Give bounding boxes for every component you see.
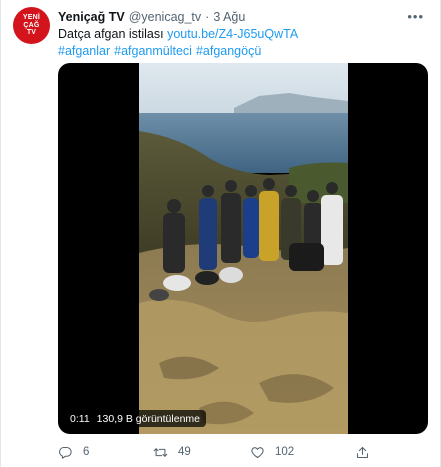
action-bar: 6 49 102 — [58, 442, 428, 462]
like-button[interactable]: 102 — [250, 445, 294, 460]
user-handle[interactable]: @yenicag_tv — [129, 10, 201, 24]
heart-icon — [251, 446, 264, 458]
share-icon — [356, 446, 369, 458]
hashtag-link[interactable]: #afganlar — [58, 44, 110, 58]
display-name[interactable]: Yeniçağ TV — [58, 10, 125, 24]
hashtag-link[interactable]: #afganmülteci — [114, 44, 192, 58]
tweet-header: Yeniçağ TV @yenicag_tv · 3 Ağu — [58, 8, 245, 26]
video-time: 0:11 — [70, 412, 90, 425]
hashtag-link[interactable]: #afgangöçü — [196, 44, 261, 58]
tweet-body: Datça afgan istilası — [58, 27, 164, 41]
reply-button[interactable]: 6 — [58, 445, 89, 460]
reply-count: 6 — [83, 446, 90, 458]
tweet-text-line: Datça afgan istilası youtu.be/Z4-J65uQwT… — [58, 26, 428, 43]
tweet-text: Datça afgan istilası youtu.be/Z4-J65uQwT… — [58, 26, 428, 59]
retweet-count: 49 — [178, 446, 191, 458]
avatar-text-1: YENİ — [22, 14, 41, 22]
hashtag-list: #afganlar #afganmülteci #afgangöçü — [58, 43, 428, 60]
view-count: 130,9 B görüntülenme — [96, 412, 200, 425]
retweet-button[interactable]: 49 — [153, 445, 191, 460]
video-time-overlay: 0:11 130,9 B görüntülenme — [64, 410, 206, 427]
more-icon[interactable]: ••• — [407, 9, 424, 24]
tweet-date[interactable]: 3 Ağu — [213, 10, 245, 24]
tweet-card[interactable]: YENİ ÇAĞ TV Yeniçağ TV @yenicag_tv · 3 A… — [0, 0, 441, 467]
video-player[interactable]: 0:11 130,9 B görüntülenme — [58, 63, 428, 434]
video-thumbnail — [139, 63, 348, 434]
avatar-text-2: ÇAĞ — [23, 21, 40, 29]
avatar-text-3: TV — [26, 29, 37, 37]
retweet-icon — [153, 447, 168, 457]
tweet-link[interactable]: youtu.be/Z4-J65uQwTA — [167, 27, 298, 41]
avatar[interactable]: YENİ ÇAĞ TV — [13, 7, 50, 44]
video-frame[interactable] — [139, 63, 348, 434]
like-count: 102 — [275, 446, 295, 458]
share-button[interactable] — [355, 445, 370, 460]
reply-icon — [59, 446, 72, 459]
separator: · — [205, 10, 210, 24]
